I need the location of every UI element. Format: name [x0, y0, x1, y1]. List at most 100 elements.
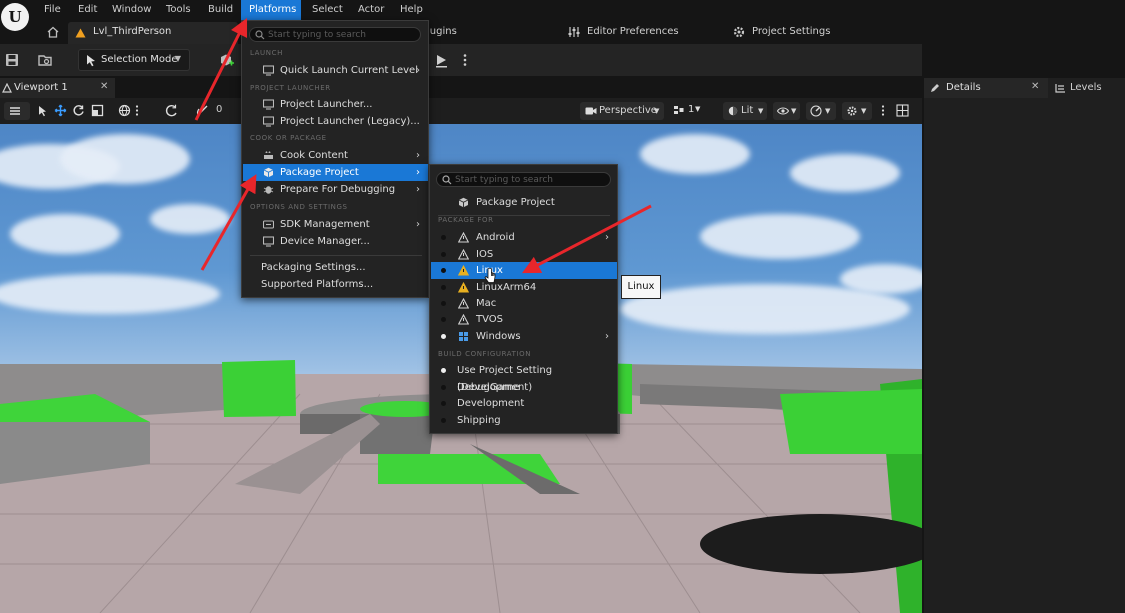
project-launcher-item[interactable]: Project Launcher...	[243, 96, 428, 113]
close-icon[interactable]: ✕	[1031, 81, 1039, 92]
platform-warning-icon	[458, 314, 469, 325]
details-tab-label: Details	[946, 82, 981, 93]
viewport-options-button[interactable]	[4, 102, 30, 120]
close-icon[interactable]: ✕	[100, 81, 108, 92]
more-options-icon[interactable]	[457, 52, 473, 68]
viewport-tab-bar: Viewport 1 ✕	[0, 78, 922, 98]
packaging-settings-label: Packaging Settings...	[261, 262, 366, 273]
platform-ios[interactable]: IOS	[431, 246, 617, 263]
packaging-settings-item[interactable]: Packaging Settings...	[243, 259, 428, 276]
platform-windows[interactable]: Windows ›	[431, 328, 617, 345]
more-options-icon[interactable]	[880, 104, 886, 117]
platforms-search[interactable]	[249, 27, 421, 42]
radio-dot	[441, 252, 446, 257]
submenu-arrow-icon: ›	[416, 219, 420, 230]
performance-button[interactable]: ▼	[806, 102, 836, 120]
platforms-search-input[interactable]	[268, 28, 414, 41]
platform-android[interactable]: Android ›	[431, 229, 617, 246]
editor-preferences-button[interactable]: Editor Preferences	[587, 26, 679, 37]
rotate-tool-icon[interactable]	[72, 104, 85, 117]
package-search[interactable]	[436, 172, 611, 187]
project-settings-button[interactable]: Project Settings	[752, 26, 830, 37]
save-icon[interactable]	[4, 52, 20, 68]
cook-content-item[interactable]: Cook Content ›	[243, 147, 428, 164]
rotation-snap-value[interactable]: 0	[216, 104, 222, 115]
show-flags-button[interactable]: ▼	[773, 102, 800, 120]
sliders-icon	[568, 27, 580, 37]
submenu-arrow-icon: ›	[416, 150, 420, 161]
supported-platforms-item[interactable]: Supported Platforms...	[243, 276, 428, 293]
package-project-item[interactable]: Package Project ›	[243, 164, 428, 181]
project-launcher-legacy-item[interactable]: Project Launcher (Legacy)...	[243, 113, 428, 130]
menu-help[interactable]: Help	[394, 0, 429, 20]
selection-mode-dropdown[interactable]: Selection Mode ▼	[78, 49, 190, 71]
gear-icon	[847, 106, 857, 116]
bug-icon	[263, 186, 274, 194]
layers-icon	[1055, 84, 1065, 93]
sdk-management-label: SDK Management	[280, 219, 370, 230]
scale-tool-icon[interactable]	[91, 104, 104, 117]
radio-dot-selected	[441, 368, 446, 373]
prepare-for-debugging-item[interactable]: Prepare For Debugging ›	[243, 181, 428, 198]
sdk-management-item[interactable]: SDK Management ›	[243, 216, 428, 233]
menu-file[interactable]: File	[38, 0, 67, 20]
sdk-icon	[263, 220, 274, 229]
device-manager-item[interactable]: Device Manager...	[243, 233, 428, 250]
play-icon[interactable]	[433, 52, 449, 68]
menu-build[interactable]: Build	[202, 0, 239, 20]
project-settings-icon	[733, 26, 745, 38]
section-project-launcher: PROJECT LAUNCHER	[250, 84, 331, 92]
rotation-snap-icon[interactable]	[196, 104, 209, 117]
section-launch: LAUNCH	[250, 49, 283, 57]
details-tab[interactable]: Details ✕	[924, 78, 1048, 98]
platform-tvos[interactable]: TVOS	[431, 311, 617, 328]
unreal-logo-icon[interactable]: U	[1, 3, 29, 31]
section-package-for: PACKAGE FOR	[438, 216, 494, 224]
plugins-label[interactable]: lugins	[427, 26, 457, 37]
perspective-button[interactable]: Perspective ▼	[580, 102, 664, 120]
menu-select[interactable]: Select	[306, 0, 349, 20]
level-tab[interactable]: Lvl_ThirdPerson	[68, 22, 238, 44]
platform-warning-icon	[458, 265, 469, 276]
viewport-settings-button[interactable]: ▼	[842, 102, 872, 120]
viewport-layout-icon[interactable]	[896, 104, 909, 117]
platform-linux[interactable]: Linux	[431, 262, 617, 279]
camera-speed-icon[interactable]	[673, 104, 685, 116]
select-tool-icon[interactable]	[38, 105, 48, 117]
menu-platforms[interactable]: Platforms	[241, 0, 301, 20]
surface-snap-icon[interactable]	[165, 104, 178, 117]
menu-actor[interactable]: Actor	[352, 0, 390, 20]
quick-launch-item[interactable]: Quick Launch Current Level ›	[243, 62, 428, 79]
section-options-and-settings: OPTIONS AND SETTINGS	[250, 203, 348, 211]
home-icon[interactable]	[46, 25, 60, 39]
build-config-development[interactable]: Development	[431, 395, 617, 412]
radio-dot	[441, 268, 446, 273]
device-icon	[263, 236, 274, 247]
viewport-icon	[2, 83, 12, 93]
menu-edit[interactable]: Edit	[72, 0, 103, 20]
viewport-tab[interactable]: Viewport 1 ✕	[0, 78, 115, 98]
levels-tab[interactable]: Levels	[1052, 78, 1125, 98]
build-config-debuggame[interactable]: DebugGame	[431, 379, 617, 396]
package-project-action[interactable]: Package Project	[431, 194, 617, 211]
view-mode-button[interactable]: Lit ▼	[723, 102, 767, 120]
camera-speed-value[interactable]: 1	[688, 104, 694, 115]
view-mode-label: Lit	[741, 105, 754, 116]
more-options-icon[interactable]	[134, 104, 140, 117]
translate-tool-icon[interactable]	[54, 104, 67, 117]
platform-linuxarm64[interactable]: LinuxArm64	[431, 279, 617, 296]
platform-warning-icon	[458, 249, 469, 260]
radio-dot	[441, 285, 446, 290]
add-content-icon[interactable]	[218, 52, 234, 68]
platform-mac[interactable]: Mac	[431, 295, 617, 312]
globe-icon[interactable]	[118, 104, 131, 117]
cook-pot-icon	[264, 151, 273, 159]
menu-window[interactable]: Window	[106, 0, 157, 20]
chevron-down-icon: ▼	[695, 105, 701, 113]
radio-dot	[441, 301, 446, 306]
content-browser-icon[interactable]	[37, 52, 53, 68]
menu-tools[interactable]: Tools	[160, 0, 197, 20]
package-search-input[interactable]	[455, 173, 604, 186]
build-config-project-setting[interactable]: Use Project Setting (Development)	[431, 362, 617, 393]
build-config-shipping[interactable]: Shipping	[431, 412, 617, 429]
